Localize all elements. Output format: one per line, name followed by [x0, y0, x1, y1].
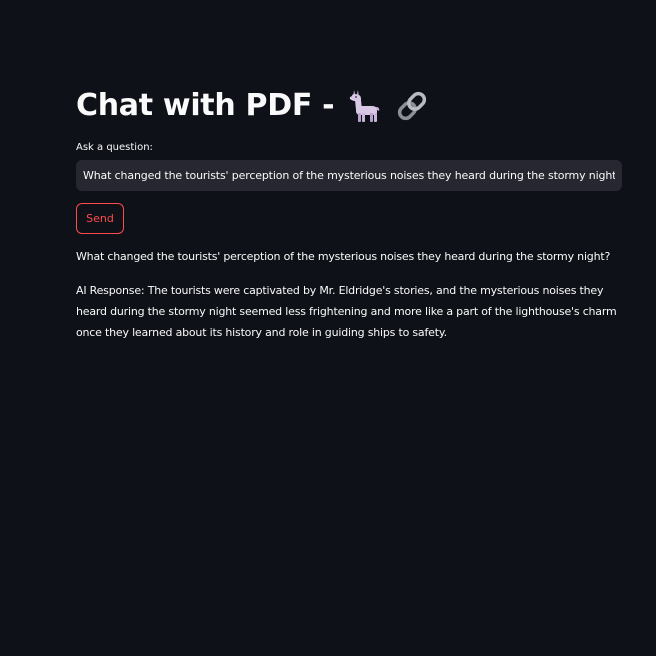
link-icon [394, 88, 430, 124]
question-input[interactable] [83, 169, 615, 182]
send-button[interactable]: Send [76, 203, 124, 234]
ai-response-message: AI Response: The tourists were captivate… [76, 284, 617, 339]
question-input-container[interactable] [76, 160, 622, 191]
llama-icon [346, 88, 382, 124]
question-field-label: Ask a question: [76, 142, 153, 153]
page-title-text: Chat with PDF - [76, 88, 335, 123]
page-title: Chat with PDF - [76, 84, 430, 128]
user-question-message: What changed the tourists' perception of… [76, 250, 611, 263]
